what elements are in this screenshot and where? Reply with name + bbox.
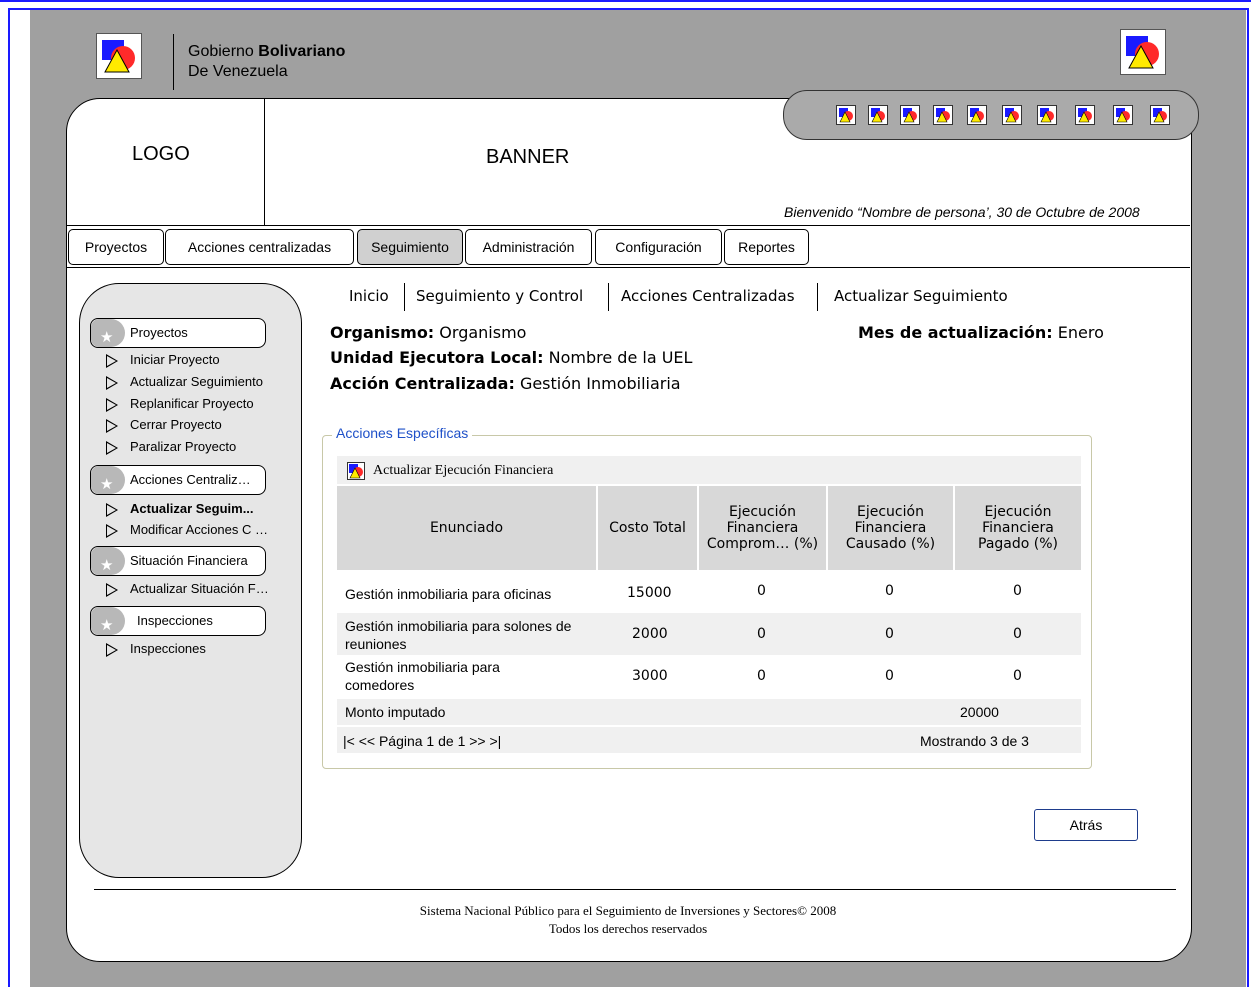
- sidebar-item-iniciar-proyecto[interactable]: Iniciar Proyecto: [106, 352, 220, 368]
- star-icon: ★: [91, 319, 125, 347]
- sidebar-item-actualizar-seguim[interactable]: Actualizar Seguim...: [106, 501, 254, 517]
- cell-pagado: 0: [1013, 668, 1022, 684]
- sidebar-section-inspecciones[interactable]: ★ Inspecciones: [90, 606, 266, 636]
- header-divider: [264, 98, 265, 226]
- sidebar-item-cerrar-proyecto[interactable]: Cerrar Proyecto: [106, 417, 222, 433]
- star-icon: ★: [91, 607, 125, 635]
- nav-bottom-rule: [66, 267, 1190, 268]
- cell-costo: 15000: [627, 585, 672, 601]
- play-icon: [106, 502, 118, 517]
- play-icon: [106, 440, 118, 455]
- cell-pagado: 0: [1013, 626, 1022, 642]
- breadcrumb-acciones-centralizadas[interactable]: Acciones Centralizadas: [621, 287, 795, 305]
- tab-acciones-centralizadas[interactable]: Acciones centralizadas: [165, 229, 354, 265]
- footer-rights: Todos los derechos reservados: [548, 921, 708, 936]
- welcome-message: Bienvenido “Nombre de persona’, 30 de Oc…: [784, 204, 1140, 220]
- column-header-pagado: Ejecución Financiera Pagado (%): [955, 486, 1081, 570]
- breadcrumb-separator: [404, 283, 405, 311]
- sidebar-section-situacion-financiera[interactable]: ★ Situación Financiera: [90, 546, 266, 576]
- total-value: 20000: [960, 704, 999, 720]
- sidebar-section-acciones-centralizadas[interactable]: ★ Acciones Centraliz…: [90, 465, 266, 495]
- play-icon: [106, 582, 118, 597]
- cell-comprometido: 0: [757, 583, 766, 599]
- cell-costo: 2000: [632, 626, 668, 642]
- star-icon: ★: [91, 466, 125, 494]
- gov-separator: [173, 34, 174, 90]
- breadcrumb-seguimiento-control[interactable]: Seguimiento y Control: [416, 287, 583, 305]
- cell-causado: 0: [885, 668, 894, 684]
- footer: Sistema Nacional Público para el Seguimi…: [66, 902, 1190, 938]
- frame-border-top: [0, 0, 1251, 2]
- shortcut-icon[interactable]: [900, 105, 920, 125]
- back-button[interactable]: Atrás: [1034, 809, 1138, 841]
- sidebar-item-replanificar-proyecto[interactable]: Replanificar Proyecto: [106, 396, 254, 412]
- play-icon: [106, 642, 118, 657]
- column-header-causado: Ejecución Financiera Causado (%): [828, 486, 953, 570]
- column-header-comprometido: Ejecución Financiera Comprom… (%): [699, 486, 826, 570]
- breadcrumb-separator: [817, 283, 818, 311]
- mes-actualizacion-info: Mes de actualización: Enero: [858, 323, 1104, 342]
- pagination-controls[interactable]: |< << Página 1 de 1 >> >|: [343, 732, 501, 750]
- star-icon: ★: [91, 547, 125, 575]
- cell-enunciado: Gestión inmobiliaria para solones de reu…: [345, 618, 572, 652]
- shortcut-icon[interactable]: [836, 105, 856, 125]
- sidebar-item-actualizar-seguimiento[interactable]: Actualizar Seguimiento: [106, 374, 263, 390]
- corner-logo-icon: [1120, 29, 1166, 75]
- column-header-costo-total: Costo Total: [598, 486, 697, 570]
- sidebar-item-paralizar-proyecto[interactable]: Paralizar Proyecto: [106, 439, 236, 455]
- play-icon: [106, 523, 118, 538]
- tab-configuracion[interactable]: Configuración: [595, 229, 722, 265]
- cell-causado: 0: [885, 626, 894, 642]
- cell-causado: 0: [885, 583, 894, 599]
- cell-enunciado: Gestión inmobiliaria para oficinas: [345, 586, 552, 602]
- play-icon: [106, 397, 118, 412]
- header-bottom-rule: [66, 225, 1190, 226]
- footer-divider: [94, 889, 1176, 890]
- breadcrumb-actualizar-seguimiento: Actualizar Seguimiento: [834, 287, 1008, 305]
- banner-placeholder: BANNER: [486, 146, 570, 168]
- panel-legend: Acciones Específicas: [332, 425, 473, 441]
- gov-title: Gobierno Bolivariano De Venezuela: [188, 43, 346, 80]
- frame-border-inner: [8, 8, 1248, 10]
- sidebar-item-actualizar-situacion[interactable]: Actualizar Situación F…: [106, 581, 269, 597]
- tab-administracion[interactable]: Administración: [465, 229, 592, 265]
- shortcut-icon[interactable]: [1037, 105, 1057, 125]
- shortcut-icon[interactable]: [967, 105, 987, 125]
- shortcut-icon[interactable]: [933, 105, 953, 125]
- update-icon: [347, 462, 365, 480]
- cell-costo: 3000: [632, 668, 668, 684]
- breadcrumb-separator: [608, 283, 609, 311]
- tab-proyectos[interactable]: Proyectos: [68, 229, 164, 265]
- shortcut-icon[interactable]: [1075, 105, 1095, 125]
- cell-pagado: 0: [1013, 583, 1022, 599]
- cell-comprometido: 0: [757, 668, 766, 684]
- showing-count: Mostrando 3 de 3: [920, 733, 1029, 749]
- sidebar-item-modificar-acciones[interactable]: Modificar Acciones C …: [106, 522, 268, 538]
- shortcut-icon[interactable]: [868, 105, 888, 125]
- table-title-bar: Actualizar Ejecución Financiera: [337, 456, 1081, 484]
- accion-info: Acción Centralizada: Gestión Inmobiliari…: [330, 374, 681, 393]
- total-label: Monto imputado: [345, 704, 446, 720]
- breadcrumb-inicio[interactable]: Inicio: [349, 287, 389, 305]
- column-header-enunciado: Enunciado: [337, 486, 596, 570]
- tab-reportes[interactable]: Reportes: [724, 229, 809, 265]
- cell-enunciado: Gestión inmobiliaria para comedores: [345, 659, 500, 693]
- frame-border-left: [8, 8, 10, 987]
- cell-comprometido: 0: [757, 626, 766, 642]
- logo-placeholder: LOGO: [132, 143, 190, 165]
- shortcut-icon[interactable]: [1002, 105, 1022, 125]
- gov-logo-icon: [96, 33, 142, 79]
- footer-copyright: Sistema Nacional Público para el Seguimi…: [419, 903, 837, 918]
- shortcut-icon[interactable]: [1113, 105, 1133, 125]
- sidebar-item-inspecciones[interactable]: Inspecciones: [106, 641, 206, 657]
- shortcut-icon[interactable]: [1150, 105, 1170, 125]
- frame-border-right: [1247, 8, 1249, 987]
- play-icon: [106, 375, 118, 390]
- sidebar-section-proyectos[interactable]: ★ Proyectos: [90, 318, 266, 348]
- play-icon: [106, 353, 118, 368]
- organismo-info: Organismo: Organismo: [330, 323, 527, 342]
- tab-seguimiento[interactable]: Seguimiento: [357, 229, 463, 265]
- play-icon: [106, 418, 118, 433]
- uel-info: Unidad Ejecutora Local: Nombre de la UEL: [330, 348, 693, 367]
